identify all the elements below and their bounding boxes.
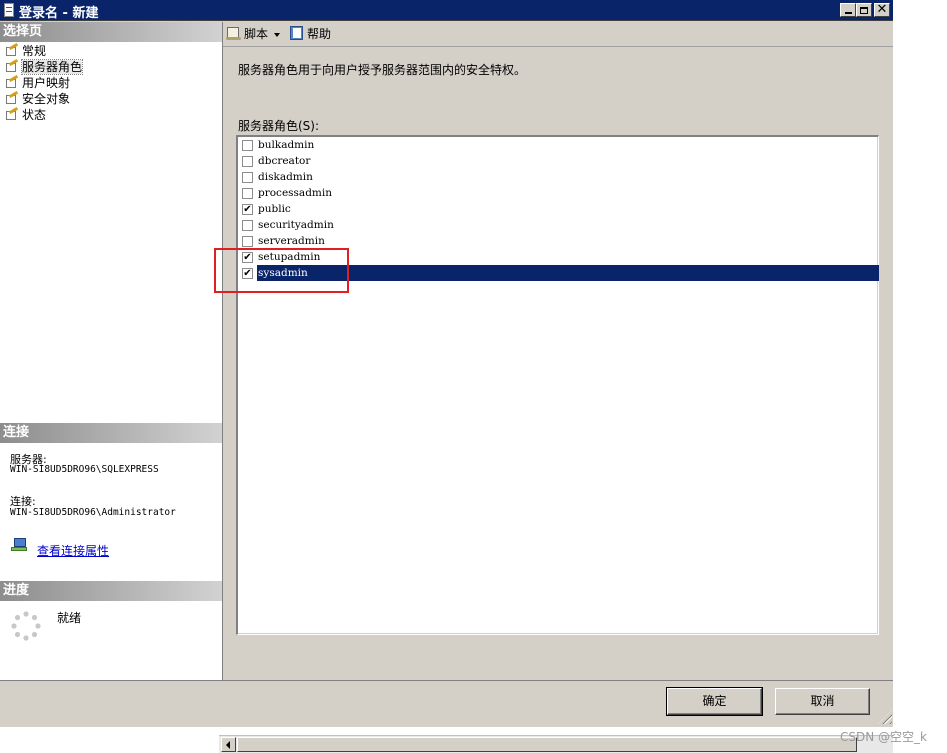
highlight-annotation-box bbox=[214, 248, 349, 293]
page-description: 服务器角色用于向用户授予服务器范围内的安全特权。 bbox=[238, 63, 527, 77]
role-name: securityadmin bbox=[258, 219, 334, 231]
page-pen-icon bbox=[4, 42, 19, 57]
role-row-bulkadmin[interactable]: bulkadmin bbox=[240, 137, 879, 153]
nav-item-general[interactable]: 常规 bbox=[4, 42, 47, 59]
role-name: diskadmin bbox=[258, 171, 313, 183]
cancel-button[interactable]: 取消 bbox=[775, 688, 870, 715]
role-checkbox-dbcreator[interactable] bbox=[242, 156, 253, 167]
ok-button[interactable]: 确定 bbox=[666, 687, 763, 716]
nav-item-label: 用户映射 bbox=[22, 76, 71, 90]
login-new-window: 登录名 - 新建 ✕ 选择页 常规 服务器角色 用户映射 安全对象 状态 连接 … bbox=[0, 0, 893, 752]
role-name: public bbox=[258, 203, 291, 215]
select-page-header: 选择页 bbox=[0, 22, 222, 42]
page-pen-icon bbox=[4, 74, 19, 89]
script-button[interactable]: 脚本 bbox=[226, 25, 281, 43]
nav-item-label: 服务器角色 bbox=[20, 59, 84, 75]
title-bar[interactable]: 登录名 - 新建 ✕ bbox=[0, 0, 893, 21]
maximize-button[interactable] bbox=[856, 3, 872, 17]
role-checkbox-bulkadmin[interactable] bbox=[242, 140, 253, 151]
nav-item-label: 状态 bbox=[22, 108, 47, 122]
role-checkbox-securityadmin[interactable] bbox=[242, 220, 253, 231]
scroll-left-icon[interactable] bbox=[221, 737, 236, 752]
window-title: 登录名 - 新建 bbox=[19, 6, 99, 21]
close-button[interactable]: ✕ bbox=[874, 3, 890, 17]
watermark: CSDN @空空_k bbox=[840, 730, 927, 744]
role-checkbox-diskadmin[interactable] bbox=[242, 172, 253, 183]
chevron-down-icon[interactable] bbox=[274, 32, 281, 37]
script-label: 脚本 bbox=[244, 27, 269, 41]
minimize-icon bbox=[844, 12, 852, 14]
role-name: sysadmin bbox=[257, 265, 879, 281]
help-button[interactable]: 帮助 bbox=[290, 25, 331, 43]
script-icon bbox=[226, 26, 241, 41]
nav-item-status[interactable]: 状态 bbox=[4, 106, 47, 123]
minimize-button[interactable] bbox=[840, 3, 856, 17]
resize-grip[interactable] bbox=[878, 710, 892, 724]
server-roles-label: 服务器角色(S): bbox=[238, 119, 320, 133]
connection-header: 连接 bbox=[0, 423, 222, 443]
left-pane: 选择页 常规 服务器角色 用户映射 安全对象 状态 连接 服务器: WIN-SI… bbox=[0, 22, 223, 680]
nav-item-label: 安全对象 bbox=[22, 92, 71, 106]
window-icon bbox=[4, 3, 14, 17]
toolbar: 脚本 帮助 bbox=[223, 22, 893, 47]
nav-item-label: 常规 bbox=[22, 44, 47, 58]
role-row-serveradmin[interactable]: serveradmin bbox=[240, 233, 879, 249]
progress-status: 就绪 bbox=[57, 611, 82, 625]
connection-properties-icon[interactable] bbox=[11, 538, 27, 552]
connection-value: WIN-SI8UD5DRO96\Administrator bbox=[10, 507, 176, 518]
nav-item-securables[interactable]: 安全对象 bbox=[4, 90, 71, 107]
help-icon bbox=[290, 26, 304, 41]
role-checkbox-serveradmin[interactable] bbox=[242, 236, 253, 247]
horizontal-scrollbar[interactable] bbox=[219, 735, 893, 753]
role-row-diskadmin[interactable]: diskadmin bbox=[240, 169, 879, 185]
maximize-icon bbox=[860, 6, 868, 14]
role-checkbox-processadmin[interactable] bbox=[242, 188, 253, 199]
nav-item-server-roles[interactable]: 服务器角色 bbox=[4, 58, 84, 75]
role-row-securityadmin[interactable]: securityadmin bbox=[240, 217, 879, 233]
page-pen-icon bbox=[4, 106, 19, 121]
server-value: WIN-SI8UD5DRO96\SQLEXPRESS bbox=[10, 464, 159, 475]
footer-divider bbox=[0, 680, 893, 681]
progress-header: 进度 bbox=[0, 581, 222, 601]
scrollbar-thumb[interactable] bbox=[237, 737, 857, 752]
role-row-dbcreator[interactable]: dbcreator bbox=[240, 153, 879, 169]
progress-spinner-icon bbox=[11, 611, 41, 641]
role-checkbox-public[interactable]: ✔ bbox=[242, 204, 253, 215]
page-pen-icon bbox=[4, 90, 19, 105]
role-row-processadmin[interactable]: processadmin bbox=[240, 185, 879, 201]
role-name: serveradmin bbox=[258, 235, 325, 247]
view-connection-properties-link[interactable]: 查看连接属性 bbox=[37, 542, 109, 559]
role-name: processadmin bbox=[258, 187, 332, 199]
help-label: 帮助 bbox=[307, 27, 332, 41]
server-roles-list[interactable]: bulkadmin dbcreator diskadmin processadm… bbox=[236, 135, 879, 635]
nav-item-user-mapping[interactable]: 用户映射 bbox=[4, 74, 71, 91]
role-row-public[interactable]: ✔ public bbox=[240, 201, 879, 217]
role-name: dbcreator bbox=[258, 155, 311, 167]
page-pen-icon bbox=[4, 58, 19, 73]
role-name: bulkadmin bbox=[258, 139, 315, 151]
close-icon: ✕ bbox=[876, 2, 888, 17]
